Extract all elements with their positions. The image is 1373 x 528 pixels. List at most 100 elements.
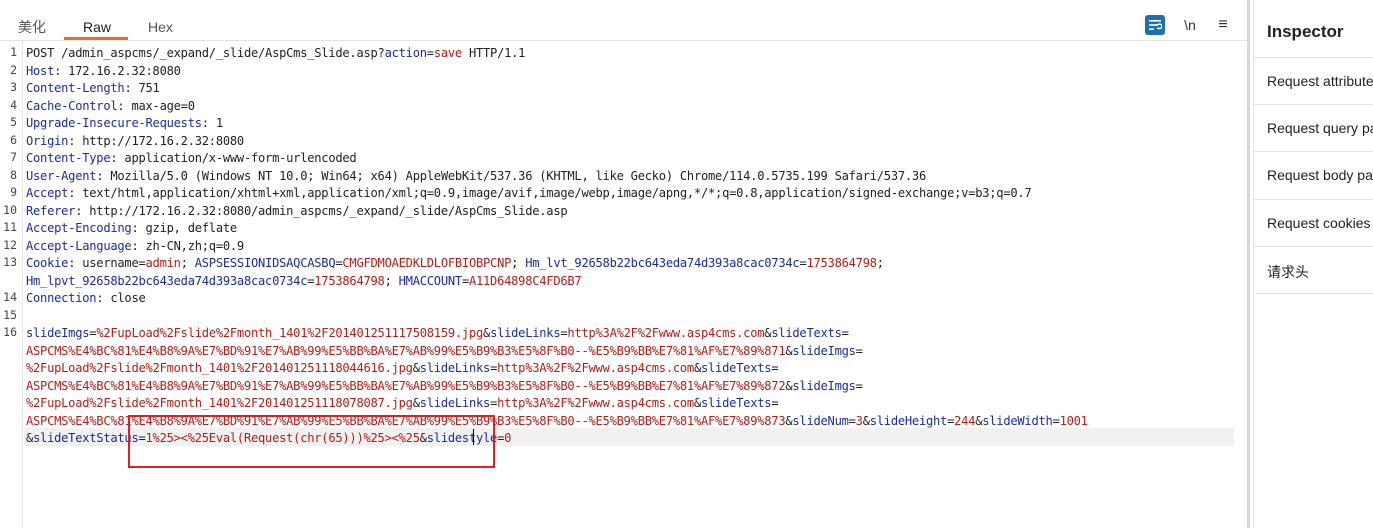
code-line: Hm_lpvt_92658b22bc643eda74d393a8cac0734c… — [26, 273, 582, 291]
inspector-item-label: 请求头 — [1267, 264, 1309, 280]
token-text: = — [426, 46, 434, 60]
active-tab-indicator — [64, 37, 128, 40]
token-text: = — [1052, 413, 1060, 428]
inspector-panel: Inspector Request attributes Request que… — [1253, 0, 1373, 528]
token-key: Referer — [26, 203, 76, 218]
line-number: 8 — [10, 167, 17, 182]
tab-pretty[interactable]: 美化 — [18, 17, 46, 39]
line-number: 7 — [10, 150, 17, 164]
code-line: Accept: text/html,application/xhtml+xml,… — [26, 185, 1032, 203]
token-value: ASPCMS%E4%BC%81%E4%B8%9A%E7%BD%91%E7%AB%… — [26, 378, 786, 393]
panel-divider[interactable] — [1247, 0, 1250, 528]
token-text: ; — [180, 256, 195, 270]
token-value: 244 — [954, 413, 976, 428]
token-text: : Mozilla/5.0 (Windows NT 10.0; Win64; x… — [96, 168, 926, 183]
code-line: Origin: http://172.16.2.32:8080 — [26, 133, 244, 151]
token-value: http%3A%2F%2Fwww.asp4cms.com — [497, 361, 694, 375]
token-key: slideLinks — [419, 361, 491, 375]
inspector-request-cookies[interactable]: Request cookies — [1254, 199, 1373, 247]
token-value: CMGFDMOAEDKLDLOFBIOBPCNP — [342, 256, 512, 270]
token-key: Accept — [26, 186, 69, 200]
token-key: slideHeight — [869, 413, 948, 428]
line-number: 15 — [3, 307, 17, 322]
token-key: Connection — [26, 291, 97, 305]
token-value: 3 — [855, 413, 863, 428]
inspector-item-label: Request cookies — [1267, 215, 1371, 231]
token-text: = — [771, 361, 779, 375]
menu-icon[interactable]: ≡ — [1213, 15, 1233, 35]
line-number: 11 — [3, 220, 17, 234]
token-key: Content-Length — [26, 81, 125, 95]
code-line: Content-Type: application/x-www-form-url… — [26, 150, 357, 168]
tab-hex[interactable]: Hex — [148, 17, 173, 39]
token-text: = — [855, 378, 863, 393]
message-tab-bar: 美化 Raw Hex \n ≡ — [0, 0, 1247, 41]
token-text: : gzip, deflate — [131, 221, 237, 235]
token-key: slideImgs — [26, 326, 90, 340]
code-line: POST /admin_aspcms/_expand/_slide/AspCms… — [26, 45, 525, 63]
inspector-title: Inspector — [1267, 22, 1344, 41]
inspector-divider — [1254, 293, 1373, 341]
code-line: slideImgs = %2FupLoad%2Fslide%2Fmonth_1401… — [26, 325, 849, 343]
token-key: Hm_lvt_92658b22bc643eda74d393a8cac0734c — [525, 256, 800, 270]
show-newlines-icon[interactable]: \n — [1180, 15, 1200, 35]
token-key: action — [384, 46, 427, 60]
line-number: 13 — [3, 255, 17, 269]
token-key: Upgrade-Insecure-Requests — [26, 116, 202, 130]
token-value: 1753864798 — [806, 256, 877, 270]
token-text: : max-age=0 — [117, 98, 195, 113]
inspector-item-label: Request query parameters — [1267, 120, 1373, 136]
inspector-request-attributes[interactable]: Request attributes — [1254, 57, 1373, 105]
code-line: Host: 172.16.2.32:8080 — [26, 63, 181, 81]
token-key: Cookie — [26, 256, 69, 270]
token-key: slideTexts — [701, 361, 772, 375]
token-key: Hm_lpvt_92658b22bc643eda74d393a8cac0734c — [26, 273, 308, 288]
token-text: : http://172.16.2.32:8080 — [68, 133, 244, 148]
code-line: %2FupLoad%2Fslide%2Fmonth_1401%2F2014012… — [26, 360, 779, 378]
inspector-request-body-parameters[interactable]: Request body parameters — [1254, 151, 1373, 199]
token-text: POST /admin_aspcms/_expand/_slide/AspCms… — [26, 46, 385, 60]
line-number: 3 — [10, 80, 17, 94]
token-text: : username= — [68, 256, 146, 270]
word-wrap-icon[interactable] — [1145, 15, 1165, 35]
token-key: slideLinks — [419, 396, 491, 410]
token-text: = — [848, 413, 856, 428]
token-text: : close — [96, 291, 146, 305]
token-key: slideWidth — [982, 413, 1053, 428]
token-text: : http://172.16.2.32:8080/admin_aspcms/_… — [75, 203, 568, 218]
token-key: Origin — [26, 133, 69, 148]
line-number: 12 — [3, 237, 17, 252]
token-text: = — [855, 343, 863, 358]
line-number: 14 — [3, 290, 17, 304]
line-number: 2 — [10, 62, 17, 77]
tab-raw[interactable]: Raw — [83, 17, 111, 39]
line-number-gutter: 1 2 3 4 5 6 7 8 9 10 11 12 13 14 15 16 — [0, 41, 23, 528]
line-number: 6 — [10, 132, 17, 147]
token-text: & — [412, 361, 420, 375]
token-key: slideImgs — [792, 378, 856, 393]
code-line: %2FupLoad%2Fslide%2Fmonth_1401%2F2014012… — [26, 395, 779, 413]
token-value: 1753864798 — [314, 273, 385, 288]
token-text: : zh-CN,zh;q=0.9 — [131, 238, 244, 253]
inspector-request-headers[interactable]: 请求头 — [1254, 246, 1373, 294]
token-key: HMACCOUNT — [398, 273, 463, 288]
token-value: %2FupLoad%2Fslide%2Fmonth_1401%2F2014012… — [26, 361, 413, 375]
token-key: Content-Type — [26, 151, 111, 165]
token-text: HTTP/1.1 — [461, 46, 526, 60]
token-text: : 1 — [201, 116, 223, 130]
code-line: Content-Length: 751 — [26, 80, 160, 98]
inspector-item-label: Request attributes — [1267, 73, 1373, 89]
code-line: Accept-Language: zh-CN,zh;q=0.9 — [26, 238, 244, 256]
inspector-request-query-parameters[interactable]: Request query parameters — [1254, 104, 1373, 152]
token-text: : 751 — [124, 81, 160, 95]
code-line: Upgrade-Insecure-Requests: 1 — [26, 115, 223, 133]
code-line: Cookie: username=admin; ASPSESSIONIDSAQC… — [26, 255, 884, 273]
line-number: 16 — [3, 325, 17, 339]
token-text: : application/x-www-form-urlencoded — [110, 151, 357, 165]
token-value: http%3A%2F%2Fwww.asp4cms.com — [567, 326, 765, 340]
token-text: : text/html,application/xhtml+xml,applic… — [68, 186, 1032, 200]
token-value: admin — [145, 256, 181, 270]
token-text: & — [693, 361, 701, 375]
token-text: = — [771, 396, 779, 410]
token-text: ; — [384, 273, 399, 288]
